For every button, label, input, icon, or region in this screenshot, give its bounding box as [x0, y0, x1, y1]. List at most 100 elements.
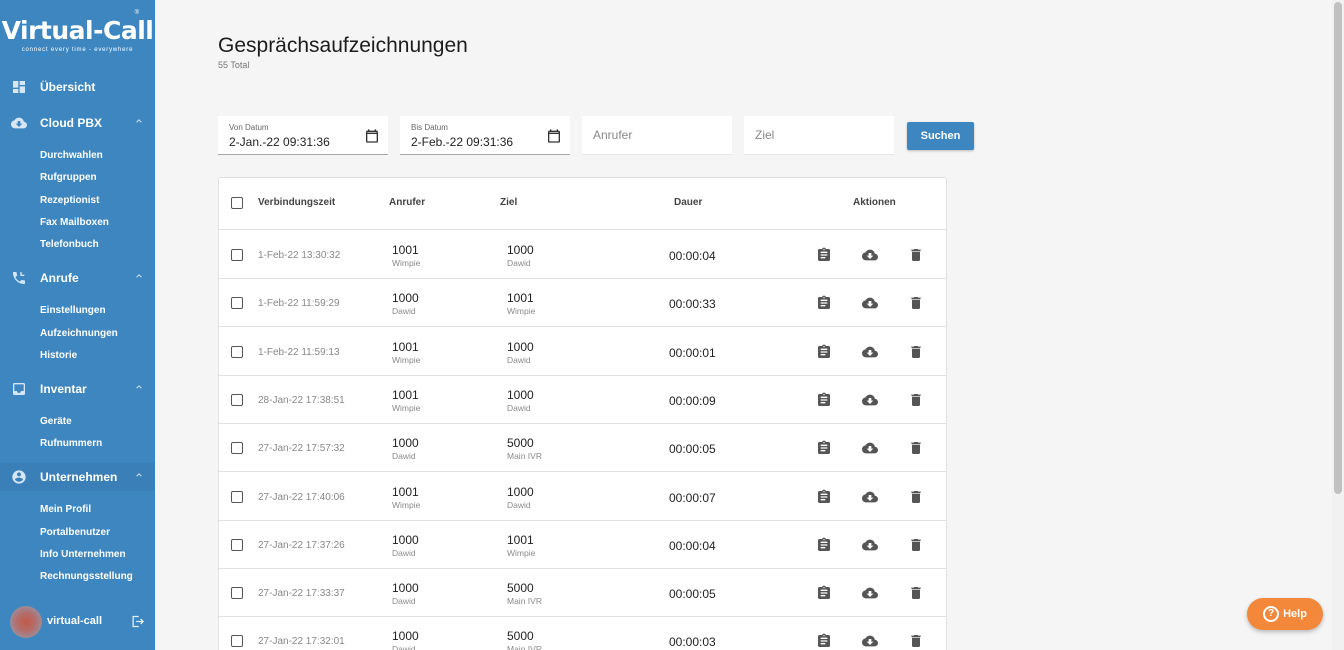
- transcript-clipboard-icon[interactable]: [816, 247, 832, 263]
- to-date-value[interactable]: 2-Feb.-22 09:31:36: [411, 135, 541, 149]
- row-checkbox[interactable]: [231, 393, 243, 406]
- user-name: virtual-call: [47, 615, 103, 627]
- row-checkbox[interactable]: [231, 442, 243, 455]
- calendar-icon[interactable]: [546, 128, 562, 144]
- delete-icon[interactable]: [908, 633, 924, 649]
- row-checkbox[interactable]: [231, 297, 243, 310]
- transcript-clipboard-icon[interactable]: [816, 344, 832, 360]
- row-target-name: Dawid: [507, 258, 531, 268]
- sidebar-item-einstellungen[interactable]: Einstellungen: [40, 305, 106, 316]
- delete-icon[interactable]: [908, 537, 924, 553]
- table-row[interactable]: 28-Jan-22 17:38:51 1001 Wimpie 1000 Dawid 00:…: [219, 376, 946, 424]
- download-cloud-icon[interactable]: [862, 537, 878, 553]
- delete-icon[interactable]: [908, 344, 924, 360]
- from-date-field[interactable]: Von Datum 2-Jan.-22 09:31:36: [218, 116, 388, 155]
- sidebar-section-cloud-pbx[interactable]: Cloud PBX: [0, 109, 155, 137]
- row-target-name: Main IVR: [507, 644, 542, 650]
- sidebar-item-rezeptionist[interactable]: Rezeptionist: [40, 195, 99, 206]
- logout-icon[interactable]: [130, 614, 145, 629]
- transcript-clipboard-icon[interactable]: [816, 633, 832, 649]
- row-caller-name: Dawid: [392, 306, 416, 317]
- row-checkbox[interactable]: [231, 635, 243, 648]
- header-verbindungszeit[interactable]: Verbindungszeit: [258, 197, 335, 208]
- download-cloud-icon[interactable]: [862, 440, 878, 456]
- download-cloud-icon[interactable]: [862, 489, 878, 505]
- target-field[interactable]: [744, 116, 894, 155]
- transcript-clipboard-icon[interactable]: [816, 295, 832, 311]
- brand-logo[interactable]: Virtual-Call connect every time - everyw…: [0, 10, 155, 54]
- caller-input[interactable]: [593, 128, 723, 142]
- header-ziel[interactable]: Ziel: [500, 197, 517, 208]
- sidebar-item-telefonbuch[interactable]: Telefonbuch: [40, 239, 99, 250]
- header-dauer[interactable]: Dauer: [674, 197, 702, 208]
- sidebar-item-aufzeichnungen[interactable]: Aufzeichnungen: [40, 328, 118, 339]
- delete-icon[interactable]: [908, 392, 924, 408]
- help-button[interactable]: ? Help: [1247, 598, 1323, 630]
- transcript-clipboard-icon[interactable]: [816, 585, 832, 601]
- sidebar-item-portalbenutzer[interactable]: Portalbenutzer: [40, 527, 110, 538]
- search-button[interactable]: Suchen: [907, 122, 974, 150]
- sidebar-section-unternehmen[interactable]: Unternehmen: [0, 463, 155, 491]
- sidebar-section-inventar[interactable]: Inventar: [0, 375, 155, 403]
- avatar[interactable]: [10, 606, 42, 638]
- download-cloud-icon[interactable]: [862, 344, 878, 360]
- transcript-clipboard-icon[interactable]: [816, 489, 832, 505]
- row-time: 1-Feb-22 13:30:32: [258, 250, 341, 261]
- recordings-table: Verbindungszeit Anrufer Ziel Dauer Aktio…: [218, 177, 947, 650]
- transcript-clipboard-icon[interactable]: [816, 537, 832, 553]
- sidebar-item-rufgruppen[interactable]: Rufgruppen: [40, 172, 97, 183]
- sidebar-item-rechnungsstellung[interactable]: Rechnungsstellung: [40, 571, 133, 582]
- download-cloud-icon[interactable]: [862, 633, 878, 649]
- delete-icon[interactable]: [908, 489, 924, 505]
- row-checkbox[interactable]: [231, 538, 243, 551]
- to-date-label: Bis Datum: [411, 123, 448, 132]
- transcript-clipboard-icon[interactable]: [816, 440, 832, 456]
- sidebar-section-anrufe[interactable]: Anrufe: [0, 264, 155, 292]
- from-date-label: Von Datum: [229, 123, 269, 132]
- row-caller: 1001: [392, 387, 419, 402]
- calendar-icon[interactable]: [364, 128, 380, 144]
- table-row[interactable]: 1-Feb-22 11:59:29 1000 Dawid 1001 Wimpie 00:0…: [219, 279, 946, 328]
- table-row[interactable]: 27-Jan-22 17:33:37 1000 Dawid 5000 Main IVR 0…: [219, 569, 946, 618]
- table-row[interactable]: 1-Feb-22 11:59:13 1001 Wimpie 1000 Dawid 00:0…: [219, 328, 946, 376]
- caller-field[interactable]: [582, 116, 732, 155]
- sidebar-item-rufnummern[interactable]: Rufnummern: [40, 438, 102, 449]
- row-target: 5000: [507, 436, 534, 451]
- download-cloud-icon[interactable]: [862, 295, 878, 311]
- sidebar-item-info-unternehmen[interactable]: Info Unternehmen: [40, 549, 126, 560]
- row-checkbox[interactable]: [231, 249, 243, 261]
- download-cloud-icon[interactable]: [862, 585, 878, 601]
- to-date-field[interactable]: Bis Datum 2-Feb.-22 09:31:36: [400, 116, 570, 155]
- sidebar-item-historie[interactable]: Historie: [40, 350, 77, 361]
- page-scrollbar[interactable]: [1332, 0, 1344, 650]
- delete-icon[interactable]: [908, 295, 924, 311]
- row-target-name: Wimpie: [507, 306, 536, 317]
- transcript-clipboard-icon[interactable]: [816, 392, 832, 408]
- header-anrufer[interactable]: Anrufer: [389, 197, 425, 208]
- sidebar-item-fax-mailboxen[interactable]: Fax Mailboxen: [40, 217, 109, 228]
- table-row[interactable]: 27-Jan-22 17:57:32 1000 Dawid 5000 Main IVR 0…: [219, 424, 946, 473]
- row-checkbox[interactable]: [231, 587, 243, 600]
- row-checkbox[interactable]: [231, 345, 243, 358]
- delete-icon[interactable]: [908, 440, 924, 456]
- sidebar: Virtual-Call connect every time - everyw…: [0, 0, 155, 650]
- sidebar-item-mein-profil[interactable]: Mein Profil: [40, 504, 91, 515]
- download-cloud-icon[interactable]: [862, 247, 878, 263]
- scrollbar-thumb[interactable]: [1334, 2, 1342, 494]
- target-input[interactable]: [755, 128, 885, 142]
- sidebar-item-durchwahlen[interactable]: Durchwahlen: [40, 150, 103, 161]
- delete-icon[interactable]: [908, 585, 924, 601]
- table-row[interactable]: 1-Feb-22 13:30:32 1001 Wimpie 1000 Dawid 00:0…: [219, 231, 946, 279]
- row-caller: 1000: [392, 291, 419, 306]
- table-row[interactable]: 27-Jan-22 17:37:26 1000 Dawid 1001 Wimpie 00:…: [219, 521, 946, 569]
- sidebar-item-geraete[interactable]: Geräte: [40, 416, 72, 427]
- table-row[interactable]: 27-Jan-22 17:40:06 1001 Wimpie 1000 Dawid 00:…: [219, 473, 946, 521]
- sidebar-item-uebersicht[interactable]: Übersicht: [0, 73, 155, 101]
- from-date-value[interactable]: 2-Jan.-22 09:31:36: [229, 135, 359, 149]
- download-cloud-icon[interactable]: [862, 392, 878, 408]
- delete-icon[interactable]: [908, 247, 924, 263]
- row-checkbox[interactable]: [231, 490, 243, 503]
- select-all-checkbox[interactable]: [231, 197, 243, 209]
- sidebar-item-label: Unternehmen: [40, 470, 118, 484]
- table-row[interactable]: 27-Jan-22 17:32:01 1000 Dawid 5000 Main IVR 0…: [219, 617, 946, 650]
